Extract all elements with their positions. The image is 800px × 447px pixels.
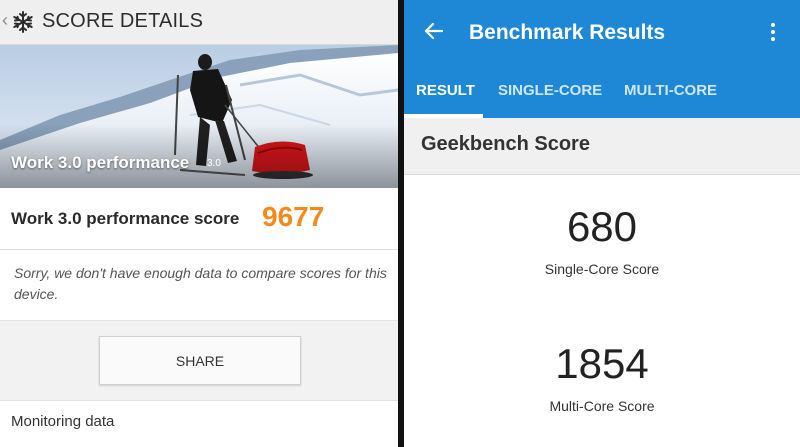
overflow-menu-icon[interactable] (770, 22, 776, 42)
share-button[interactable]: SHARE (99, 336, 301, 385)
hero-version: 3.0 (207, 158, 221, 169)
tab-single-core[interactable]: SINGLE-CORE (498, 82, 602, 99)
share-area: SHARE (0, 321, 398, 399)
section-header: Geekbench Score (404, 118, 800, 175)
score-value: 9677 (262, 201, 325, 232)
single-core-value: 680 (566, 203, 638, 250)
section-title: Geekbench Score (421, 133, 590, 155)
tab-bar: RESULT SINGLE-CORE MULTI-CORE (404, 70, 800, 118)
hero-title: Work 3.0 performance (11, 153, 190, 172)
tab-multi-core[interactable]: MULTI-CORE (624, 82, 717, 99)
page-title: SCORE DETAILS (42, 10, 204, 32)
hero-banner: Work 3.0 performance 3.0 (0, 45, 398, 188)
back-chevron-icon[interactable]: ‹ (2, 10, 8, 30)
notice-text: Sorry, we don't have enough data to comp… (14, 265, 387, 302)
page-title: Benchmark Results (469, 21, 666, 44)
score-label: Work 3.0 performance score (11, 209, 240, 228)
score-details-header: ‹ SCORE DETAILS (0, 0, 398, 45)
multi-core-label: Multi-Core Score (549, 398, 655, 414)
score-row: Work 3.0 performance score 9677 (0, 188, 398, 250)
notice-row: Sorry, we don't have enough data to comp… (0, 250, 398, 321)
back-arrow-icon[interactable] (422, 20, 444, 42)
pcmark-panel: ‹ SCORE DETAILS Work 3.0 performance 3.0… (0, 0, 398, 447)
single-core-score: 680 Single-Core Score (404, 203, 800, 277)
multi-core-score: 1854 Multi-Core Score (404, 340, 800, 414)
snowflake-icon (13, 11, 33, 33)
app-bar: Benchmark Results RESULT SINGLE-CORE MUL… (404, 0, 800, 118)
monitoring-data-row[interactable]: Monitoring data (0, 400, 398, 447)
multi-core-value: 1854 (555, 340, 649, 387)
monitoring-data-label: Monitoring data (11, 413, 115, 430)
single-core-label: Single-Core Score (544, 261, 660, 277)
tab-result[interactable]: RESULT (416, 82, 475, 99)
geekbench-panel: Benchmark Results RESULT SINGLE-CORE MUL… (404, 0, 800, 447)
